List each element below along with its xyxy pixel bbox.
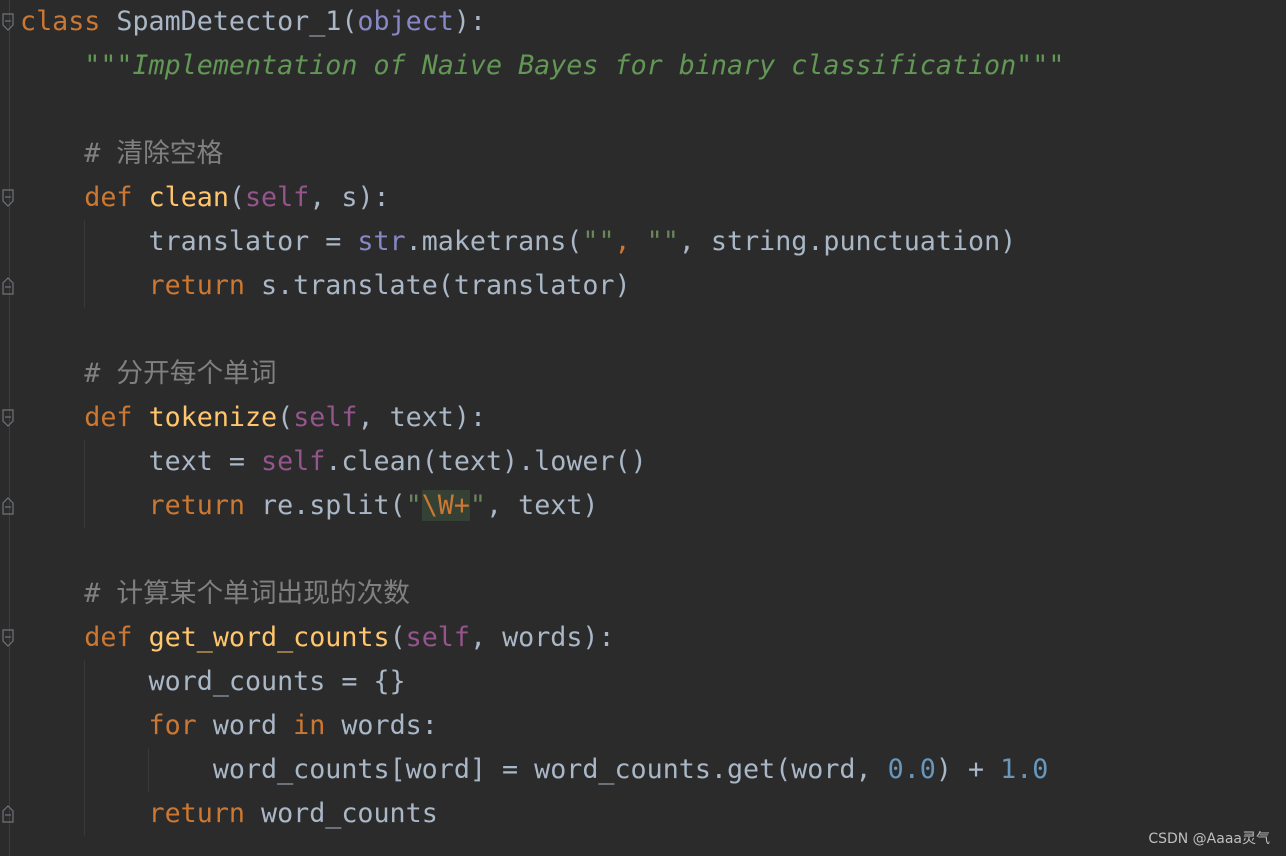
function-name: clean	[148, 182, 229, 213]
string: ""	[582, 226, 615, 257]
code-text: text =	[148, 446, 262, 477]
string-quote: "	[469, 490, 486, 521]
code-line: word_counts = {}	[20, 660, 406, 704]
number: 1.0	[1000, 754, 1049, 785]
self-param: self	[293, 402, 358, 433]
keyword: def	[84, 402, 133, 433]
code-text: word_counts	[244, 798, 438, 829]
code-text: re.split(	[244, 490, 406, 521]
keyword: def	[84, 182, 133, 213]
self-param: self	[405, 622, 470, 653]
params: , s):	[309, 182, 390, 213]
function-name: get_word_counts	[148, 622, 390, 653]
fold-end-icon[interactable]	[2, 277, 14, 295]
code-text: s.translate(translator)	[244, 270, 631, 301]
comment: # 清除空格	[84, 138, 224, 169]
code-line: return re.split("\W+", text)	[20, 484, 598, 528]
code-text: word	[196, 710, 294, 741]
self-keyword: self	[261, 446, 326, 477]
base-class: object	[357, 6, 454, 37]
code-text: , text)	[486, 490, 599, 521]
docstring: """Implementation of Naive Bayes for bin…	[84, 50, 1065, 81]
code-line: word_counts[word] = word_counts.get(word…	[20, 748, 1049, 792]
fold-open-icon[interactable]	[2, 409, 14, 427]
code-line: def tokenize(self, text):	[20, 396, 486, 440]
self-param: self	[244, 182, 310, 213]
keyword: class	[20, 6, 101, 37]
code-text: .maketrans(	[405, 226, 583, 257]
fold-end-icon[interactable]	[2, 497, 14, 515]
watermark: CSDN @Aaaa灵气	[1148, 831, 1270, 847]
code-line: text = self.clean(text).lower()	[20, 440, 647, 484]
punctuation: ):	[453, 6, 486, 37]
fold-end-icon[interactable]	[2, 805, 14, 823]
code-line: """Implementation of Naive Bayes for bin…	[20, 44, 1064, 88]
code-line: for word in words:	[20, 704, 438, 748]
code-line: class SpamDetector_1(object):	[20, 0, 486, 44]
code-text: , string.punctuation)	[678, 226, 1017, 257]
comment: # 分开每个单词	[84, 358, 277, 389]
code-line: def get_word_counts(self, words):	[20, 616, 615, 660]
code-text: translator =	[148, 226, 358, 257]
builtin: str	[357, 226, 406, 257]
params: , text):	[357, 402, 487, 433]
keyword: return	[148, 270, 245, 301]
function-name: tokenize	[148, 402, 278, 433]
code-line: def clean(self, s):	[20, 176, 390, 220]
number: 0.0	[887, 754, 936, 785]
code-line: return word_counts	[20, 792, 438, 836]
code-line: # 计算某个单词出现的次数	[20, 572, 410, 616]
string: ""	[646, 226, 679, 257]
keyword: return	[148, 798, 245, 829]
fold-open-icon[interactable]	[2, 629, 14, 647]
code-line: translator = str.maketrans("", "", strin…	[20, 220, 1017, 264]
punctuation: (	[228, 182, 245, 213]
code-text: word_counts[word] = word_counts.get(word…	[212, 754, 888, 785]
code-editor[interactable]: class SpamDetector_1(object): """Impleme…	[0, 0, 1286, 856]
string-quote: "	[405, 490, 422, 521]
comma: ,	[614, 226, 647, 257]
code-text: word_counts = {}	[148, 666, 406, 697]
code-line: return s.translate(translator)	[20, 264, 631, 308]
punctuation: (	[277, 402, 294, 433]
params: , words):	[469, 622, 615, 653]
keyword: return	[148, 490, 245, 521]
code-text: words:	[325, 710, 438, 741]
keyword: def	[84, 622, 133, 653]
gutter	[9, 0, 10, 856]
fold-open-icon[interactable]	[2, 189, 14, 207]
punctuation: (	[389, 622, 406, 653]
keyword: for	[148, 710, 197, 741]
comment: # 计算某个单词出现的次数	[84, 578, 410, 609]
code-text: ) +	[935, 754, 1001, 785]
fold-open-icon[interactable]	[2, 13, 14, 31]
code-line: # 清除空格	[20, 132, 223, 176]
code-text: .clean(text).lower()	[325, 446, 647, 477]
regex-escape: \W+	[421, 490, 470, 521]
code-line: # 分开每个单词	[20, 352, 277, 396]
keyword: in	[293, 710, 326, 741]
class-name: SpamDetector_1(	[100, 6, 358, 37]
